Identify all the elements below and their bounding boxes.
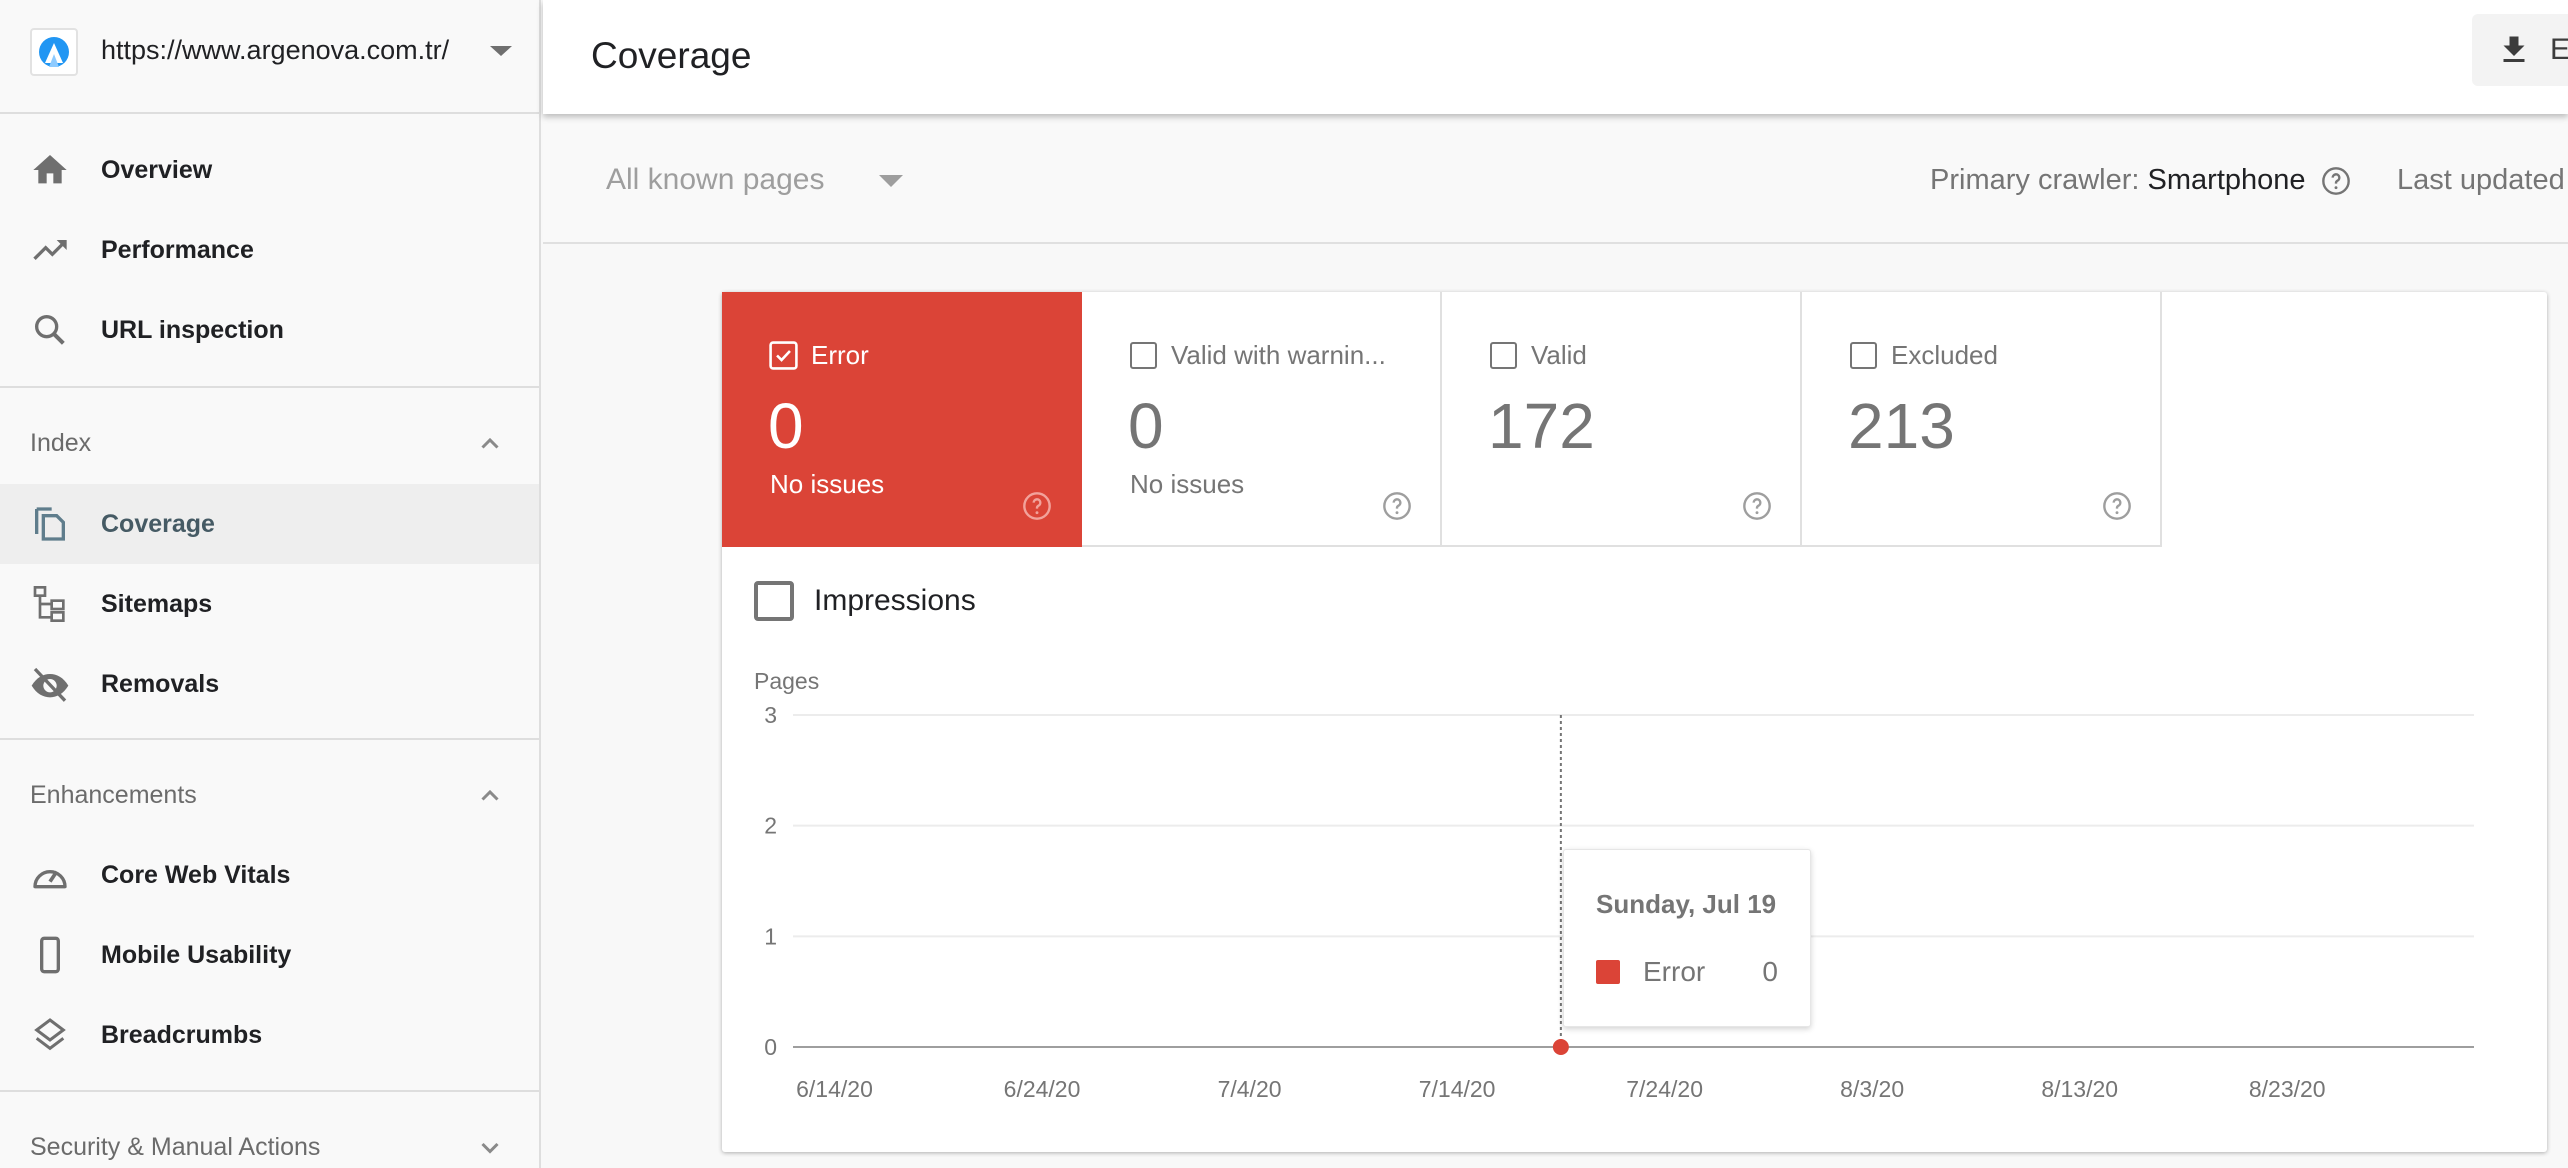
sidebar-divider xyxy=(0,1090,539,1092)
sidebar-item-label: Coverage xyxy=(101,510,215,538)
x-tick-label: 8/3/20 xyxy=(1840,1076,1904,1102)
x-tick-label: 7/24/20 xyxy=(1626,1076,1703,1102)
sidebar-item-label: Mobile Usability xyxy=(101,941,292,969)
chevron-up-icon xyxy=(481,789,499,801)
coverage-card: Error 0 No issues Valid with warnin... 0… xyxy=(722,292,2547,1152)
sidebar-item-label: Sitemaps xyxy=(101,590,213,618)
sidebar-item-label: Core Web Vitals xyxy=(101,861,291,889)
y-axis-label: Pages xyxy=(754,668,819,694)
smartphone-icon xyxy=(40,936,60,974)
sidebar-section-index[interactable]: Index xyxy=(0,403,539,483)
sidebar-item-overview[interactable]: Overview xyxy=(0,130,539,210)
y-tick-labels: 0 1 2 3 xyxy=(764,702,777,1060)
x-tick-label: 8/13/20 xyxy=(2041,1076,2118,1102)
x-tick-label: 7/14/20 xyxy=(1419,1076,1496,1102)
sidebar-item-core-web-vitals[interactable]: Core Web Vitals xyxy=(0,835,539,915)
layers-icon xyxy=(34,1018,66,1051)
x-tick-label: 8/23/20 xyxy=(2249,1076,2326,1102)
speedometer-icon xyxy=(33,870,67,889)
x-tick-label: 7/4/20 xyxy=(1218,1076,1282,1102)
sidebar-section-enhancements[interactable]: Enhancements xyxy=(0,755,539,835)
tooltip-value: 0 xyxy=(1762,956,1778,987)
x-tick-label: 6/14/20 xyxy=(796,1076,873,1102)
sidebar-item-breadcrumbs[interactable]: Breadcrumbs xyxy=(0,995,539,1075)
chevron-up-icon xyxy=(481,437,499,449)
crawler-value: Smartphone xyxy=(2147,164,2306,196)
export-label: E xyxy=(2550,33,2568,66)
sidebar-item-label: Breadcrumbs xyxy=(101,1021,263,1049)
sidebar-item-url-inspection[interactable]: URL inspection xyxy=(0,290,539,370)
sidebar-item-label: Performance xyxy=(101,236,254,264)
section-label: Index xyxy=(30,429,92,457)
filter-bar: All known pages Primary crawler: Smartph… xyxy=(543,114,2568,244)
chevron-down-icon xyxy=(481,1142,499,1154)
page-title: Coverage xyxy=(591,35,752,76)
home-icon xyxy=(33,155,67,184)
hover-point xyxy=(1552,1039,1569,1055)
sidebar-item-label: Overview xyxy=(101,156,213,184)
sidebar-section-security[interactable]: Security & Manual Actions xyxy=(0,1107,539,1168)
page-filter-select[interactable]: All known pages xyxy=(606,158,926,202)
y-tick-label: 1 xyxy=(764,923,777,949)
property-selector[interactable]: https://www.argenova.com.tr/ xyxy=(0,0,539,114)
sidebar-item-label: Removals xyxy=(101,670,220,698)
chart-tooltip: Sunday, Jul 19 Error 0 xyxy=(1563,849,1811,1027)
help-icon[interactable] xyxy=(2320,165,2352,197)
y-tick-label: 0 xyxy=(764,1034,777,1060)
y-tick-label: 2 xyxy=(764,813,777,839)
last-updated: Last updated xyxy=(2397,164,2565,196)
eye-off-icon xyxy=(31,667,69,702)
sidebar-item-removals[interactable]: Removals xyxy=(0,644,539,724)
x-tick-labels: 6/14/20 6/24/20 7/4/20 7/14/20 7/24/20 8/3/20… xyxy=(796,1076,2325,1102)
sidebar-item-sitemaps[interactable]: Sitemaps xyxy=(0,564,539,644)
search-icon xyxy=(35,315,65,345)
export-button[interactable]: E xyxy=(2472,14,2568,86)
sidebar-divider xyxy=(0,386,539,388)
property-url: https://www.argenova.com.tr/ xyxy=(101,35,450,65)
dropdown-caret-icon xyxy=(879,175,903,187)
property-dropdown-icon[interactable] xyxy=(490,46,512,56)
trending-up-icon xyxy=(33,240,67,260)
tooltip-series: Error xyxy=(1643,956,1706,987)
crawler-label: Primary crawler: xyxy=(1930,164,2140,196)
sidebar-divider xyxy=(0,738,539,740)
argenova-logo-icon xyxy=(39,37,69,67)
tooltip-date: Sunday, Jul 19 xyxy=(1596,889,1777,919)
sidebar-item-label: URL inspection xyxy=(101,316,284,344)
sidebar-item-mobile-usability[interactable]: Mobile Usability xyxy=(0,915,539,995)
coverage-icon xyxy=(35,507,65,541)
series-swatch xyxy=(1596,960,1620,984)
download-icon xyxy=(2503,36,2525,62)
primary-crawler: Primary crawler: Smartphone xyxy=(1930,158,2352,202)
section-label: Enhancements xyxy=(30,781,197,809)
property-logo xyxy=(30,28,78,76)
sitemap-icon xyxy=(33,586,65,622)
page-filter-value: All known pages xyxy=(606,163,825,196)
sidebar-item-coverage[interactable]: Coverage xyxy=(0,484,539,564)
page-header: Coverage E xyxy=(543,0,2568,114)
sidebar-item-performance[interactable]: Performance xyxy=(0,210,539,290)
x-tick-label: 6/24/20 xyxy=(1004,1076,1081,1102)
y-tick-label: 3 xyxy=(764,702,777,728)
sidebar: https://www.argenova.com.tr/ Overview Pe… xyxy=(0,0,541,1168)
section-label: Security & Manual Actions xyxy=(30,1133,321,1161)
